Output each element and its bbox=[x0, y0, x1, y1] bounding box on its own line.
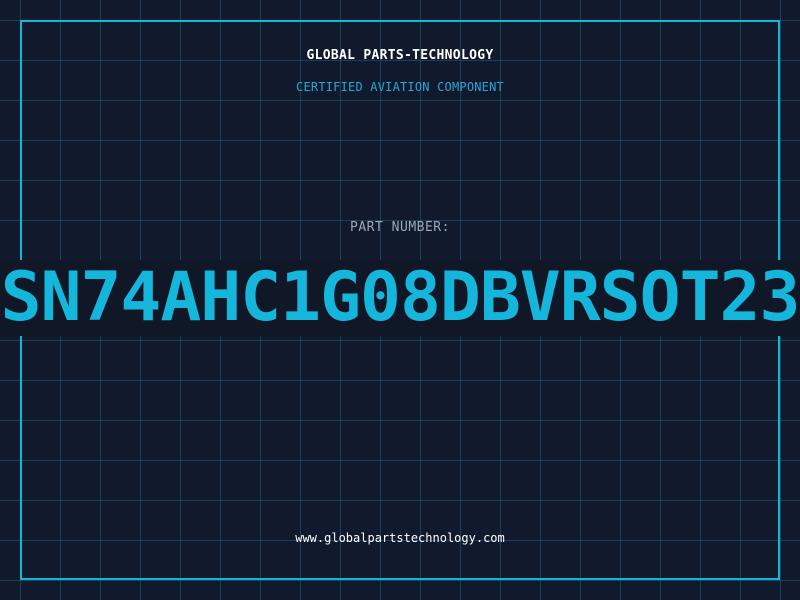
part-number-label: PART NUMBER: bbox=[0, 220, 800, 235]
certificate-page: GLOBAL PARTS-TECHNOLOGY CERTIFIED AVIATI… bbox=[0, 0, 800, 600]
certification-subtitle: CERTIFIED AVIATION COMPONENT bbox=[0, 80, 800, 94]
website-url: www.globalpartstechnology.com bbox=[0, 531, 800, 545]
part-number-band: SN74AHC1G08DBVRSOT23 bbox=[0, 260, 800, 336]
part-number-value: SN74AHC1G08DBVRSOT23 bbox=[0, 260, 800, 336]
company-name: GLOBAL PARTS-TECHNOLOGY bbox=[0, 48, 800, 63]
